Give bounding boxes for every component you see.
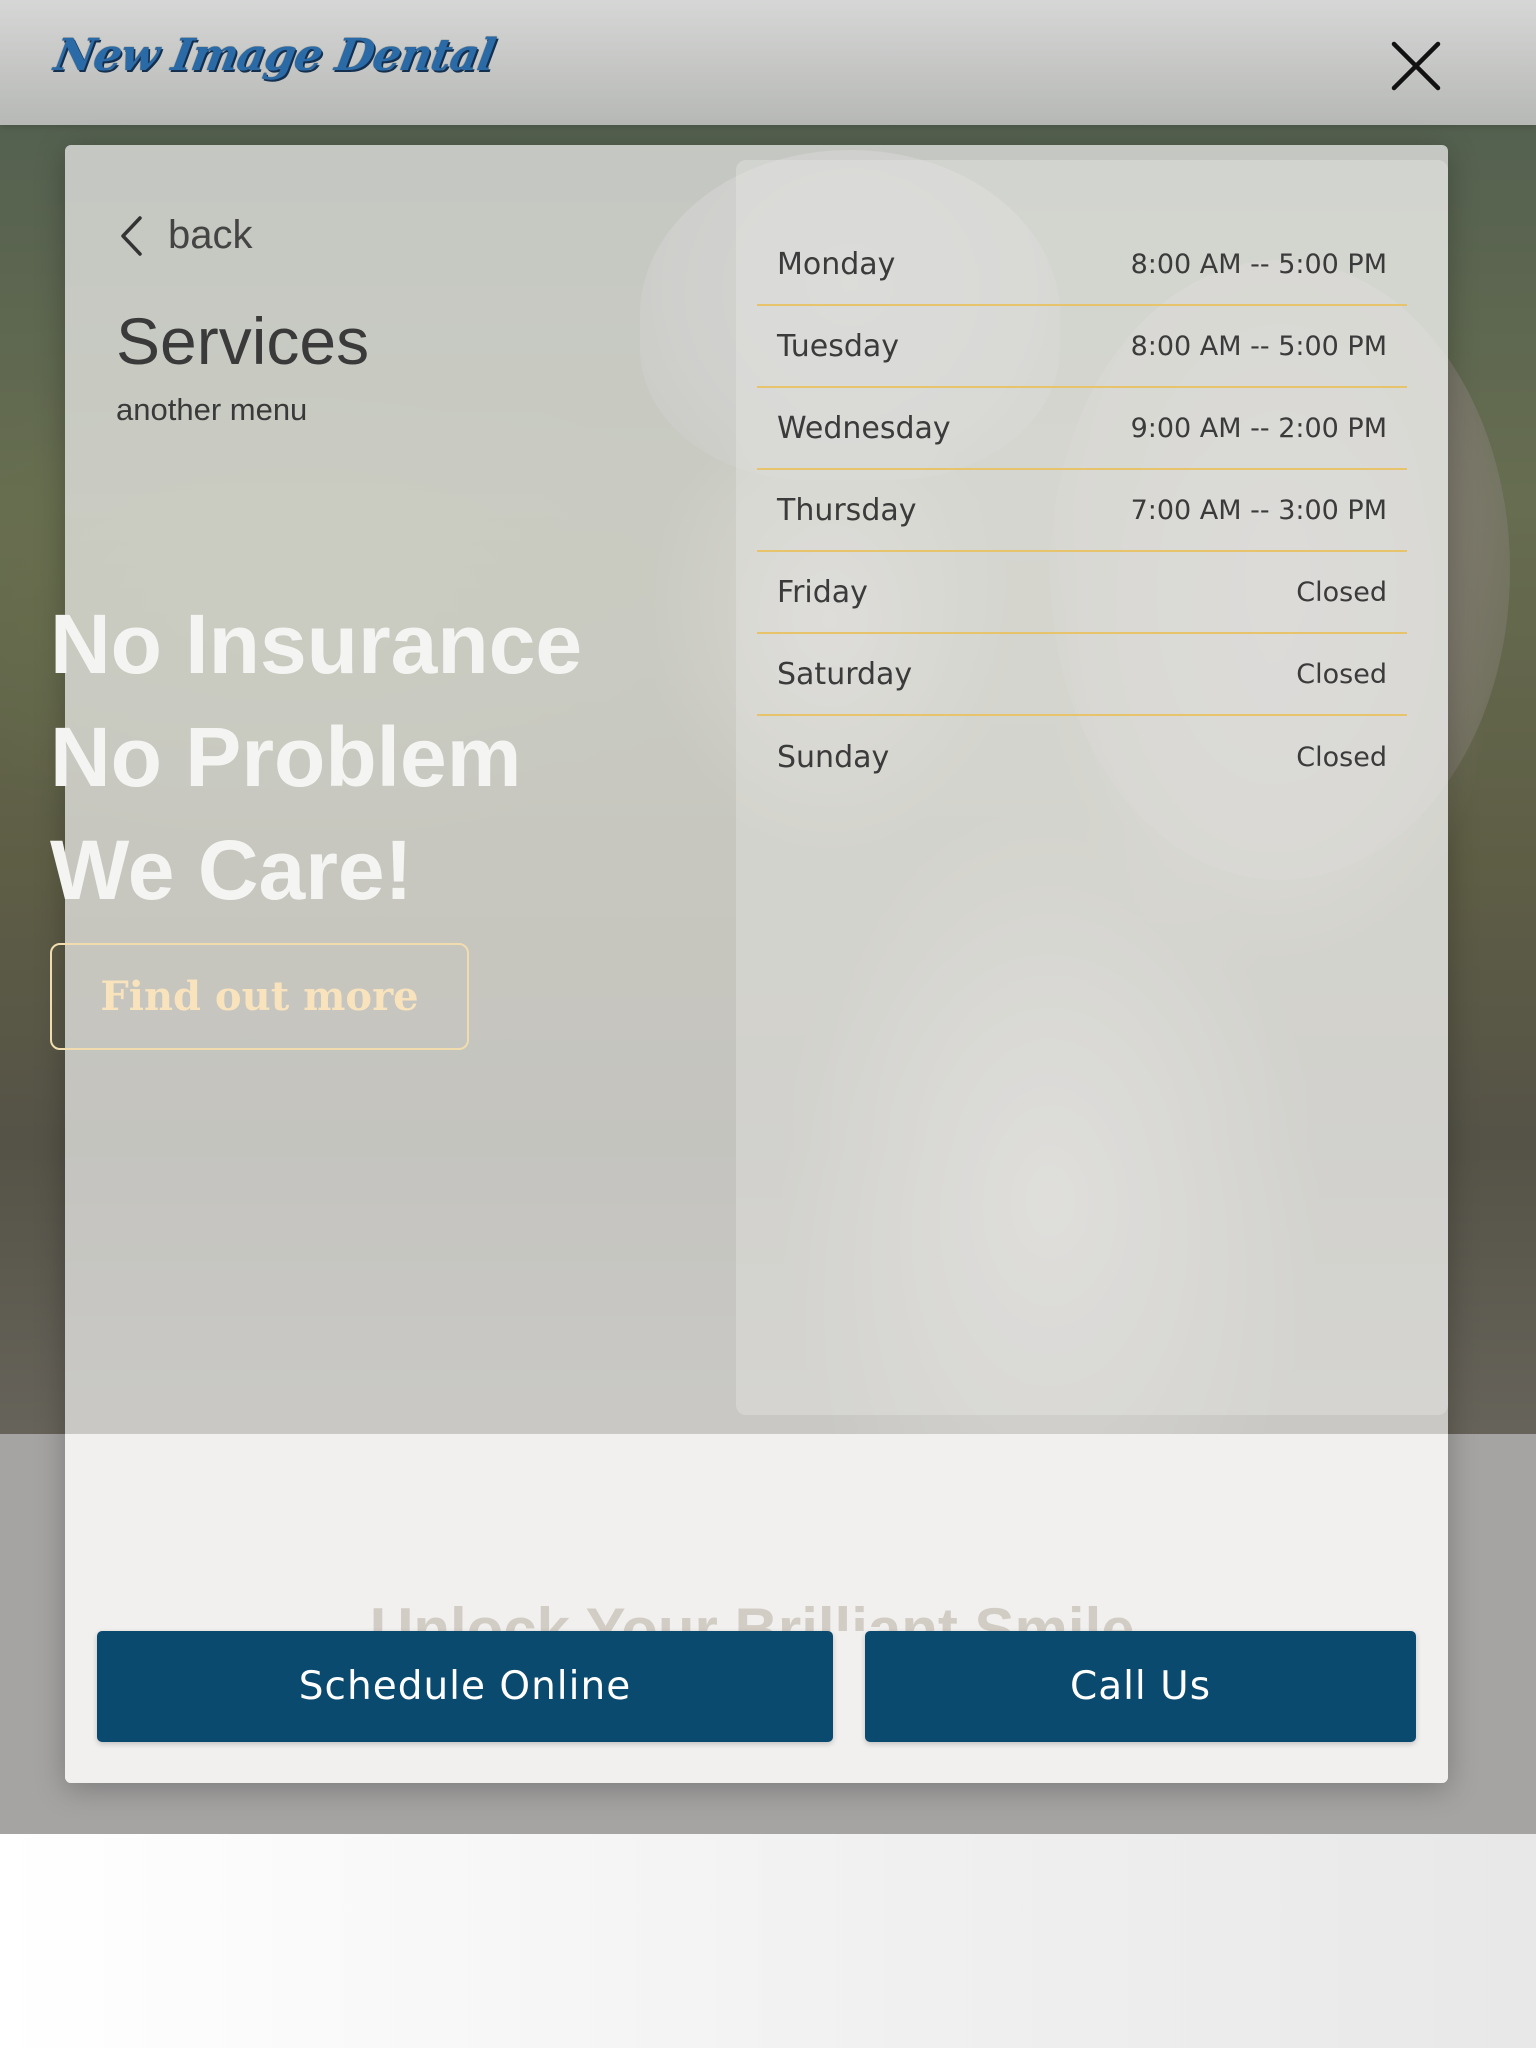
page-footer-area xyxy=(0,1834,1536,2048)
find-out-more-label: Find out more xyxy=(100,973,419,1020)
hours-row: Sunday Closed xyxy=(757,716,1407,798)
headline-line: No Insurance xyxy=(50,597,583,691)
hours-time: 8:00 AM -- 5:00 PM xyxy=(1130,248,1387,280)
hours-day: Saturday xyxy=(777,656,913,692)
hours-day: Tuesday xyxy=(777,328,900,364)
back-button[interactable]: back xyxy=(118,213,253,258)
hero-headline: No Insurance No Problem We Care! xyxy=(50,588,582,927)
site-header: New Image Dental xyxy=(0,0,1536,125)
schedule-online-button[interactable]: Schedule Online xyxy=(97,1631,833,1742)
section-heading: Unlock Your Brilliant Smile xyxy=(370,1596,1135,1631)
hours-time: Closed xyxy=(1296,658,1387,690)
site-logo[interactable]: New Image Dental xyxy=(51,30,499,81)
close-menu-button[interactable] xyxy=(1386,36,1446,96)
hours-day: Sunday xyxy=(777,739,890,775)
hours-row: Friday Closed xyxy=(757,552,1407,634)
call-us-button[interactable]: Call Us xyxy=(865,1631,1416,1742)
hours-row: Monday 8:00 AM -- 5:00 PM xyxy=(757,224,1407,306)
hours-day: Thursday xyxy=(777,492,917,528)
chevron-left-icon xyxy=(121,215,142,256)
menu-title: Services xyxy=(116,304,370,378)
hours-row: Saturday Closed xyxy=(757,634,1407,716)
headline-line: No Problem xyxy=(50,710,522,804)
schedule-online-label: Schedule Online xyxy=(298,1664,632,1709)
hours-time: 9:00 AM -- 2:00 PM xyxy=(1130,412,1387,444)
hours-row: Tuesday 8:00 AM -- 5:00 PM xyxy=(757,306,1407,388)
headline-line: We Care! xyxy=(50,823,413,917)
hours-time: 7:00 AM -- 3:00 PM xyxy=(1130,494,1387,526)
hours-day: Wednesday xyxy=(777,410,951,446)
hours-day: Monday xyxy=(777,246,896,282)
call-us-label: Call Us xyxy=(1069,1664,1212,1709)
hours-time: 8:00 AM -- 5:00 PM xyxy=(1130,330,1387,362)
hours-day: Friday xyxy=(777,574,868,610)
menu-subtitle: another menu xyxy=(116,392,308,427)
back-label: back xyxy=(168,213,253,257)
close-icon xyxy=(1391,41,1441,91)
hours-time: Closed xyxy=(1296,576,1387,608)
find-out-more-button[interactable]: Find out more xyxy=(50,943,469,1050)
hours-row: Thursday 7:00 AM -- 3:00 PM xyxy=(757,470,1407,552)
hours-time: Closed xyxy=(1296,741,1387,773)
hours-row: Wednesday 9:00 AM -- 2:00 PM xyxy=(757,388,1407,470)
